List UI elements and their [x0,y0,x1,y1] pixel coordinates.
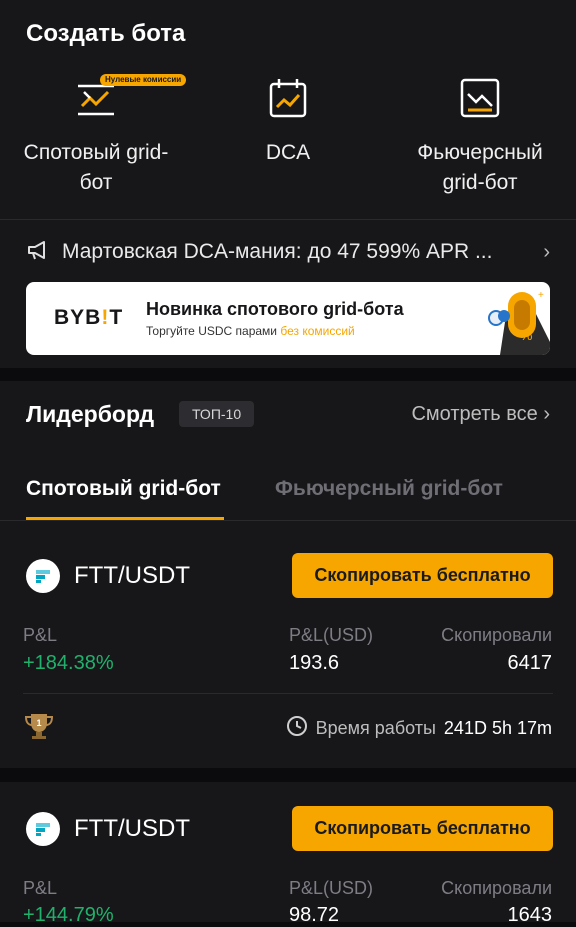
tab-spot-grid[interactable]: Спотовый grid-бот [26,477,221,501]
dca-bot-option[interactable]: DCA [192,76,384,168]
pair-name: FTT/USDT [74,815,190,842]
futures-grid-icon [458,76,502,120]
tab-futures-grid[interactable]: Фьючерсный grid-бот [275,477,503,501]
pnl-label: P&L [23,878,58,898]
futures-grid-label-1: Фьючерсный [417,141,543,164]
ftt-coin-icon [26,559,60,593]
spot-grid-icon: Нулевые комиссии [74,74,187,120]
bybit-logo: BYB!T [54,306,124,329]
chevron-right-icon: › [543,240,550,263]
dca-label: DCA [265,141,311,164]
zero-fee-badge: Нулевые комиссии [100,74,187,86]
spot-grid-label-2: бот [79,171,113,194]
clock-icon [286,715,308,742]
see-all-link[interactable]: Смотреть все › [411,403,550,426]
ftt-coin-icon [26,812,60,846]
runtime-value: 241D 5h 17m [443,718,552,738]
banner-subtext: Торгуйте USDC парами без комиссий [146,324,355,338]
svg-text:1: 1 [36,718,41,728]
dca-calendar-icon [266,76,310,120]
copied-label: Скопировали [441,625,552,645]
futures-grid-label-2: grid-бот [442,171,518,194]
pnl-value: +144.79% [23,904,114,926]
create-bot-section: Создать бота Нулевые комиссии Спотовый g… [0,0,576,368]
banner-coin-illustration: % + [460,282,550,355]
pnl-usd-label: P&L(USD) [289,878,374,898]
trophy-icon: 1 [23,711,55,746]
runtime-row: Время работы 241D 5h 17m [286,715,552,742]
copied-value: 6417 [507,652,553,674]
copy-free-button[interactable]: Скопировать бесплатно [292,806,553,851]
copied-label: Скопировали [441,878,552,898]
runtime-label: Время работы [315,718,436,738]
pnl-value: +184.38% [23,652,114,674]
promo-banner[interactable]: BYB!T Новинка спотового grid-бота Торгуй… [26,282,550,355]
promo-text: Мартовская DCA-мания: до 47 599% APR ... [62,240,493,263]
pair-row: FTT/USDT [26,559,190,593]
futures-grid-bot-option[interactable]: Фьючерсный grid-бот [384,76,576,198]
divider [0,520,576,521]
create-bot-title: Создать бота [26,20,186,47]
pnl-usd-value: 193.6 [289,652,340,674]
spot-grid-bot-option[interactable]: Нулевые комиссии Спотовый grid- бот [0,74,192,198]
divider [0,219,576,220]
spot-grid-label-1: Спотовый grid- [23,141,169,164]
leaderboard-section: Лидерборд ТОП-10 Смотреть все › Спотовый… [0,381,576,768]
megaphone-icon [26,239,50,266]
chevron-right-icon: › [543,403,550,425]
pnl-usd-label: P&L(USD) [289,625,374,645]
pair-name: FTT/USDT [74,562,190,589]
pair-row: FTT/USDT [26,812,190,846]
pnl-usd-value: 98.72 [289,904,340,926]
leaderboard-card: FTT/USDT Скопировать бесплатно P&L +144.… [0,782,576,926]
copy-free-button[interactable]: Скопировать бесплатно [292,553,553,598]
promo-announcement[interactable]: Мартовская DCA-мания: до 47 599% APR ...… [26,238,550,266]
copied-value: 1643 [507,904,553,926]
pnl-label: P&L [23,625,58,645]
banner-headline: Новинка спотового grid-бота [146,299,404,319]
divider [23,693,553,694]
leaderboard-title: Лидерборд [26,401,155,427]
top10-badge: ТОП-10 [179,401,255,427]
svg-text:%: % [520,327,532,343]
svg-text:+: + [538,290,544,301]
